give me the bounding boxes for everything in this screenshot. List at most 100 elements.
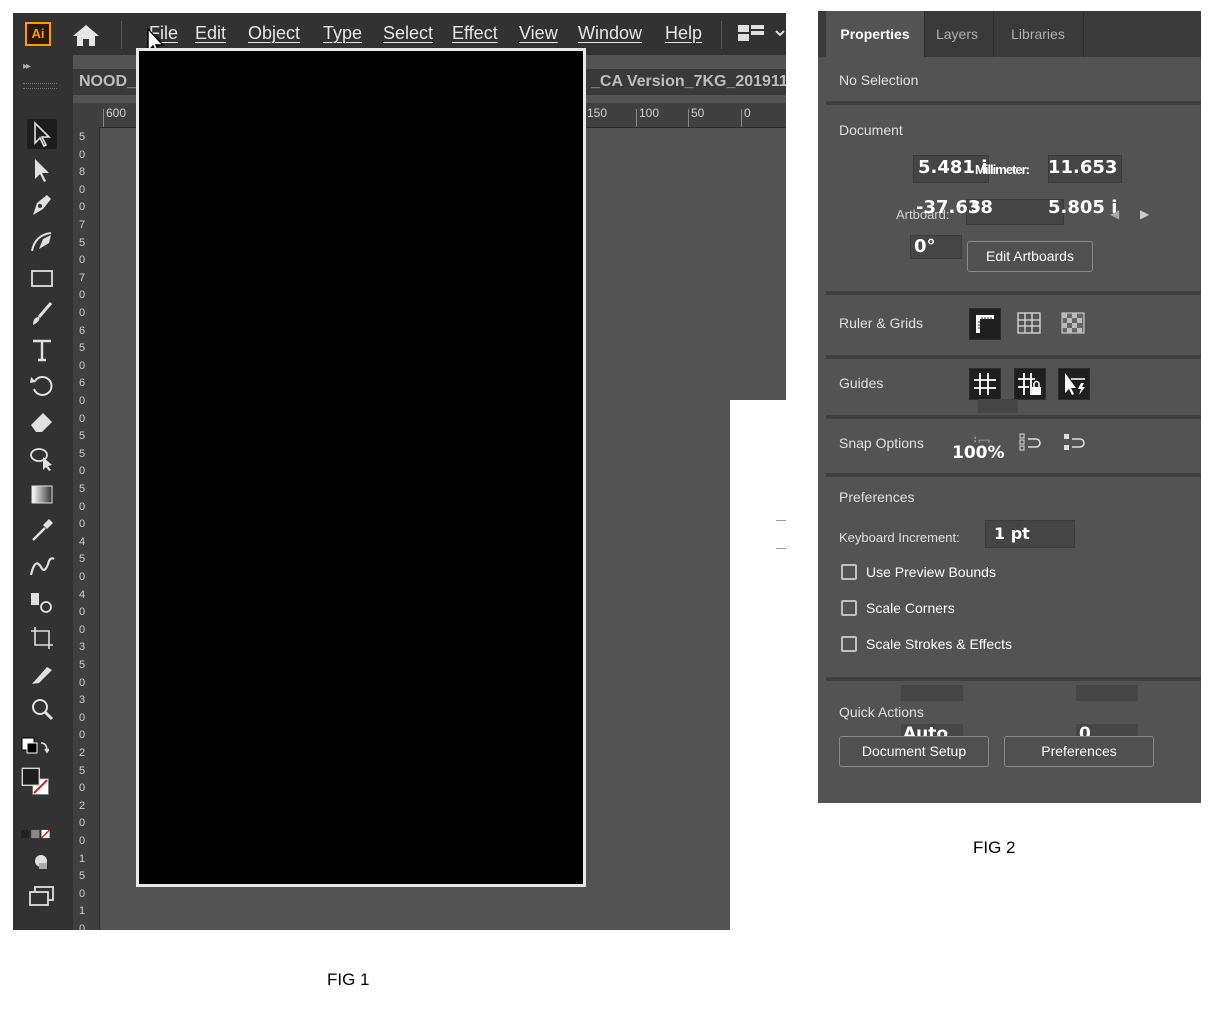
use-preview-bounds-checkbox[interactable] [841, 564, 857, 580]
blend-tool-icon[interactable] [27, 551, 57, 581]
direct-selection-tool-icon[interactable] [27, 155, 57, 185]
zoom-tool-icon[interactable] [27, 695, 57, 725]
ruler-digit: 0 [79, 571, 86, 583]
default-fill-stroke-icon[interactable] [19, 735, 50, 765]
app-logo: Ai [25, 22, 51, 46]
ruler-label: 600 [106, 106, 127, 120]
color-mode-icons[interactable] [21, 819, 65, 839]
ruler-digit: 0 [79, 148, 86, 161]
selection-tool-icon[interactable] [27, 119, 57, 149]
preferences-section-title: Preferences [839, 489, 915, 505]
menu-object[interactable]: Object [248, 23, 300, 44]
ruler-digit: 6 [79, 377, 86, 390]
x-value[interactable]: -37.638 [916, 197, 993, 218]
hidden-field [901, 685, 963, 701]
ruler-label: 50 [691, 106, 705, 120]
document-setup-button[interactable]: Document Setup [839, 736, 989, 767]
snap-to-glyph-icon[interactable] [1062, 431, 1092, 457]
snap-to-pixel-icon[interactable] [1018, 431, 1048, 457]
fill-stroke-swatch-icon[interactable] [21, 767, 67, 813]
ruler-digit: 3 [79, 641, 86, 654]
ruler-digit: 0 [79, 183, 86, 196]
menu-edit[interactable]: Edit [195, 23, 226, 44]
scale-corners-label[interactable]: Scale Corners [866, 600, 955, 616]
document-tab-title-left[interactable]: NOOD_ [79, 73, 136, 91]
paintbrush-tool-icon[interactable] [27, 299, 57, 329]
menu-type[interactable]: Type [323, 23, 362, 44]
curvature-tool-icon[interactable] [27, 227, 57, 257]
grid-icon[interactable] [1014, 308, 1046, 340]
artboard-tool-icon[interactable] [27, 623, 57, 653]
ruler-digit: 5 [79, 430, 86, 443]
tab-properties[interactable]: Properties [826, 11, 924, 57]
previous-artboard-icon[interactable]: ◀ [1110, 207, 1119, 221]
rotate-tool-icon[interactable] [27, 371, 57, 401]
free-transform-tool-icon[interactable] [27, 443, 57, 473]
scale-strokes-effects-checkbox[interactable] [841, 636, 857, 652]
ruler-label: 0 [744, 106, 751, 120]
ruler-digit: 4 [79, 588, 86, 601]
edit-artboards-button[interactable]: Edit Artboards [967, 241, 1093, 272]
lock-guides-icon[interactable] [1014, 368, 1046, 400]
transparency-grid-icon[interactable] [1058, 308, 1090, 340]
document-tab-title-right[interactable]: _CA Version_7KG_2019111 [591, 73, 786, 91]
height-value: 11.653 [1048, 157, 1118, 178]
section-divider [826, 101, 1201, 105]
keyboard-increment-field[interactable]: 1 pt [985, 520, 1075, 548]
zoom-value[interactable]: 100% [952, 443, 1005, 463]
ruler-digit: 0 [79, 711, 86, 724]
vertical-ruler[interactable]: 5 0 8 0 0 7 5 0 7 0 0 6 5 0 6 0 0 5 5 0 5 0 0 4 5 0 4 0 0 3 5 0 3 0 0 2 5 0 2 0… [73, 127, 100, 930]
ruler-label: 100 [639, 106, 660, 120]
units-value[interactable]: Millimeter: [975, 162, 1030, 177]
ruler-digit: 1 [79, 905, 86, 918]
y-value[interactable]: 5.805 i [1048, 197, 1117, 218]
guides-label: Guides [839, 375, 884, 391]
menu-window[interactable]: Window [578, 23, 642, 44]
artboard-canvas[interactable] [136, 48, 586, 887]
symbol-sprayer-tool-icon[interactable] [27, 587, 57, 617]
draw-mode-icon[interactable] [27, 847, 57, 877]
use-preview-bounds-label[interactable]: Use Preview Bounds [866, 564, 996, 580]
gradient-tool-icon[interactable] [27, 479, 57, 509]
divider [776, 520, 786, 521]
type-tool-icon[interactable] [27, 335, 57, 365]
ruler-tick [688, 109, 689, 127]
scale-corners-checkbox[interactable] [841, 600, 857, 616]
ruler-digit: 6 [79, 324, 86, 337]
section-divider [826, 473, 1201, 477]
ruler-digit: 5 [79, 131, 86, 143]
ruler-digit: 0 [79, 201, 86, 214]
keyboard-increment-label: Keyboard Increment: [839, 530, 960, 545]
ruler-digit: 0 [79, 729, 86, 742]
ruler-digit: 0 [79, 359, 86, 372]
tab-layers[interactable]: Layers [925, 11, 989, 57]
menu-select[interactable]: Select [383, 23, 433, 44]
preferences-button[interactable]: Preferences [1004, 736, 1154, 767]
menu-view[interactable]: View [519, 23, 558, 44]
ruler-digit: 5 [79, 764, 86, 777]
home-icon[interactable] [71, 22, 101, 48]
workspace-switcher-icon[interactable] [738, 23, 785, 43]
collapse-panel-icon[interactable]: ▸▸ [23, 61, 31, 72]
menu-effect[interactable]: Effect [452, 23, 498, 44]
screen-mode-icon[interactable] [27, 881, 57, 911]
menu-separator [121, 21, 122, 49]
panel-grip[interactable] [23, 83, 57, 89]
eraser-tool-icon[interactable] [27, 407, 57, 437]
ruler-digit: 5 [79, 447, 86, 460]
ruler-grids-label: Ruler & Grids [839, 315, 924, 331]
rectangle-tool-icon[interactable] [27, 263, 57, 293]
next-artboard-icon[interactable]: ▶ [1140, 207, 1149, 221]
ruler-digit: 1 [79, 852, 86, 865]
show-guides-icon[interactable] [969, 368, 1001, 400]
scale-strokes-effects-label[interactable]: Scale Strokes & Effects [866, 636, 1012, 652]
document-section-title: Document [839, 122, 903, 138]
eyedropper-tool-icon[interactable] [27, 515, 57, 545]
tab-libraries[interactable]: Libraries [994, 11, 1082, 57]
ruler-icon[interactable] [969, 308, 1001, 340]
slice-tool-icon[interactable] [27, 659, 57, 689]
pen-tool-icon[interactable] [27, 191, 57, 221]
ruler-tick [103, 109, 104, 127]
menu-help[interactable]: Help [665, 23, 702, 44]
smart-guides-icon[interactable] [1058, 368, 1090, 400]
